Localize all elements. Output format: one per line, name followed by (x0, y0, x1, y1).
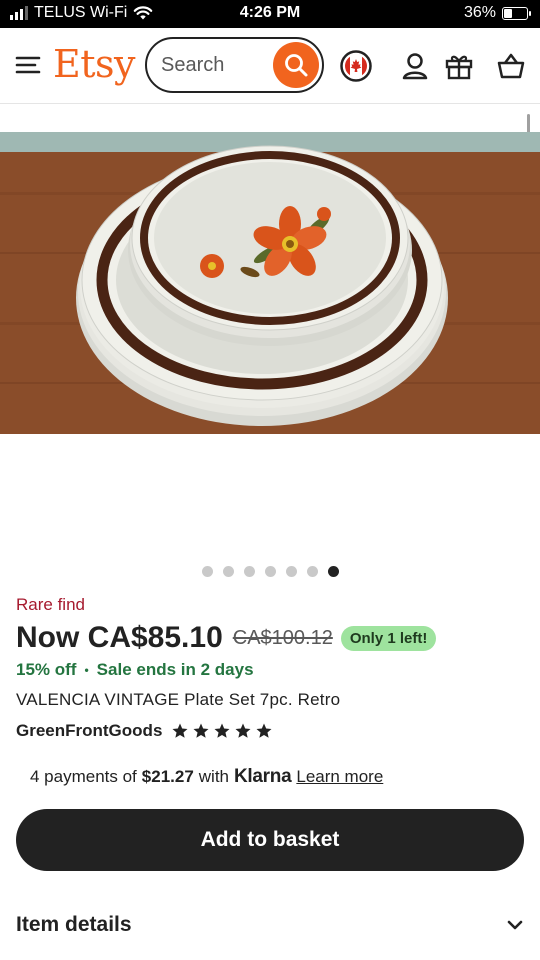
original-price: CA$100.12 (232, 626, 333, 649)
discount-text: 15% off (16, 660, 77, 679)
product-photo[interactable] (0, 132, 540, 434)
battery-percent: 36% (463, 4, 496, 21)
status-right: 36% (463, 4, 531, 22)
basket-icon[interactable] (494, 49, 528, 83)
rating-stars[interactable] (171, 722, 273, 740)
item-details-toggle[interactable]: Item details (16, 900, 524, 950)
gallery-dot[interactable] (306, 566, 318, 577)
add-to-basket-button[interactable]: Add to basket (16, 809, 524, 871)
stock-badge: Only 1 left! (340, 625, 437, 651)
menu-icon[interactable] (15, 52, 41, 78)
gift-icon[interactable] (442, 49, 476, 83)
sale-info: 15% off • Sale ends in 2 days (16, 660, 254, 680)
star-icon (172, 723, 188, 738)
search-input[interactable] (161, 51, 271, 79)
star-icon (193, 723, 209, 738)
klarna-logo: Klarna (234, 766, 292, 787)
search-bar[interactable] (145, 37, 324, 93)
klarna-payment-info: 4 payments of $21.27 with Klarna Learn m… (30, 766, 383, 788)
etsy-logo[interactable]: Etsy (53, 42, 135, 86)
chevron-down-icon (507, 920, 523, 930)
product-image-gallery[interactable] (0, 104, 540, 536)
price-row: Now CA$85.10 CA$100.12 Only 1 left! (16, 619, 437, 657)
star-icon (214, 723, 230, 738)
status-bar: TELUS Wi-Fi 4:26 PM 36% (0, 0, 540, 28)
search-icon (285, 54, 308, 77)
account-icon[interactable] (398, 49, 432, 83)
gallery-dot[interactable] (327, 566, 339, 577)
item-details-label: Item details (16, 913, 132, 936)
sale-separator: • (84, 663, 89, 677)
klarna-with: with (198, 767, 230, 786)
klarna-prefix: 4 payments of (30, 767, 137, 786)
star-icon (256, 723, 272, 738)
battery-fill (504, 8, 512, 18)
battery-icon (502, 6, 531, 20)
gallery-dot[interactable] (264, 566, 276, 577)
status-time: 4:26 PM (239, 4, 301, 21)
rare-find-badge: Rare find (16, 595, 85, 614)
gallery-pagination[interactable] (0, 566, 540, 577)
gallery-dot[interactable] (285, 566, 297, 577)
shop-name-link[interactable]: GreenFrontGoods (16, 721, 162, 741)
shop-row[interactable]: GreenFrontGoods (16, 721, 273, 741)
search-button[interactable] (273, 42, 319, 88)
product-title: VALENCIA VINTAGE Plate Set 7pc. Retro (16, 690, 341, 709)
star-icon (235, 723, 251, 738)
gallery-dot[interactable] (222, 566, 234, 577)
sale-ends-text: Sale ends in 2 days (96, 660, 254, 679)
gallery-dot[interactable] (201, 566, 213, 577)
gallery-dot[interactable] (243, 566, 255, 577)
klarna-learn-more-link[interactable]: Learn more (296, 767, 383, 787)
current-price: Now CA$85.10 (16, 621, 223, 654)
klarna-amount: $21.27 (141, 767, 194, 786)
region-canada-flag-icon[interactable] (339, 49, 373, 83)
app-header: Etsy (0, 28, 540, 104)
